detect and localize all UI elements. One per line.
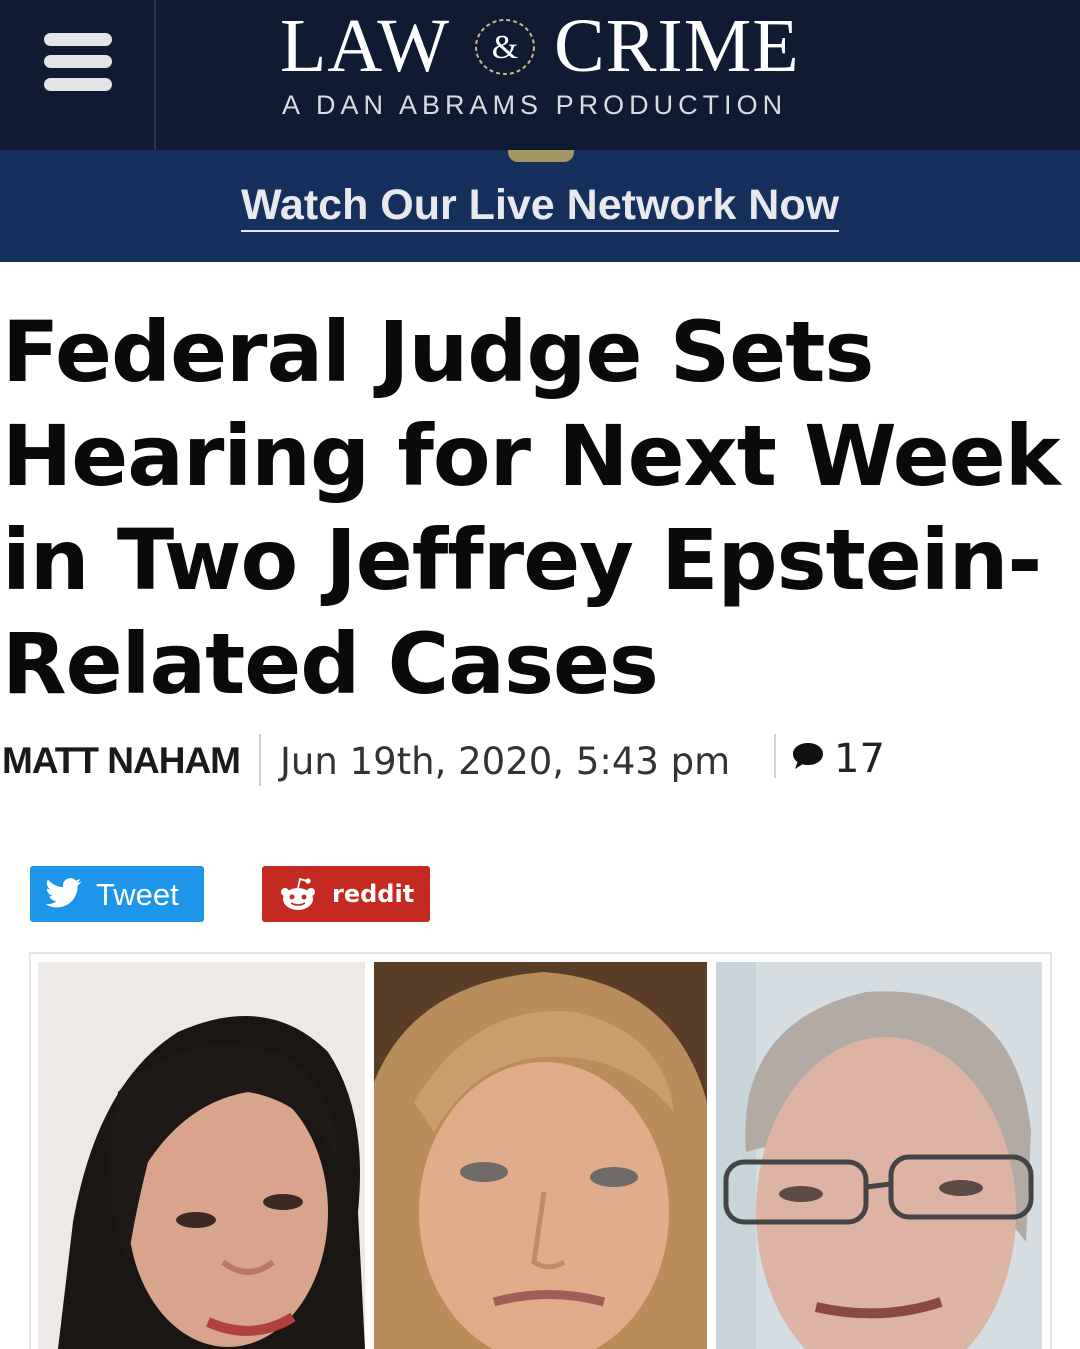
hamburger-menu-icon[interactable] [0,0,156,150]
reddit-button-label: reddit [332,880,415,908]
byline-divider [259,734,261,786]
article-byline: MATT NAHAM Jun 19th, 2020, 5:43 pm 17 [0,728,1080,788]
reddit-alien-icon [281,877,315,910]
live-network-link-label[interactable]: Watch Our Live Network Now [240,181,840,232]
featured-photo-left-portrait [38,962,365,1349]
featured-photo-right-portrait [716,962,1042,1349]
publish-date: Jun 19th, 2020, 5:43 pm [280,740,731,783]
reddit-button[interactable]: reddit [262,866,430,922]
author-link[interactable]: MATT NAHAM [2,740,241,782]
article-headline: Federal Judge Sets Hearing for Next Week… [2,303,1061,713]
logo-amp-text: & [492,29,518,66]
twitter-bird-icon [46,878,82,908]
byline-divider [774,734,776,778]
site-logo[interactable]: LAW & CRIME [280,6,840,86]
live-network-link[interactable]: Watch Our Live Network Now [0,178,1080,232]
logo-crime: CRIME [554,4,800,88]
tweet-button[interactable]: Tweet [30,866,204,922]
featured-photo-center-portrait [374,962,707,1349]
site-header: LAW & CRIME A DAN ABRAMS PRODUCTION [0,0,1080,150]
logo-tagline: A DAN ABRAMS PRODUCTION [282,90,788,120]
comment-count[interactable]: 17 [834,736,885,782]
tweet-button-label: Tweet [96,877,179,912]
laurel-ampersand-icon: & [475,19,535,75]
logo-law: LAW [280,4,450,88]
banner-tab-decoration [508,150,574,162]
comment-bubble-icon[interactable] [790,738,826,774]
